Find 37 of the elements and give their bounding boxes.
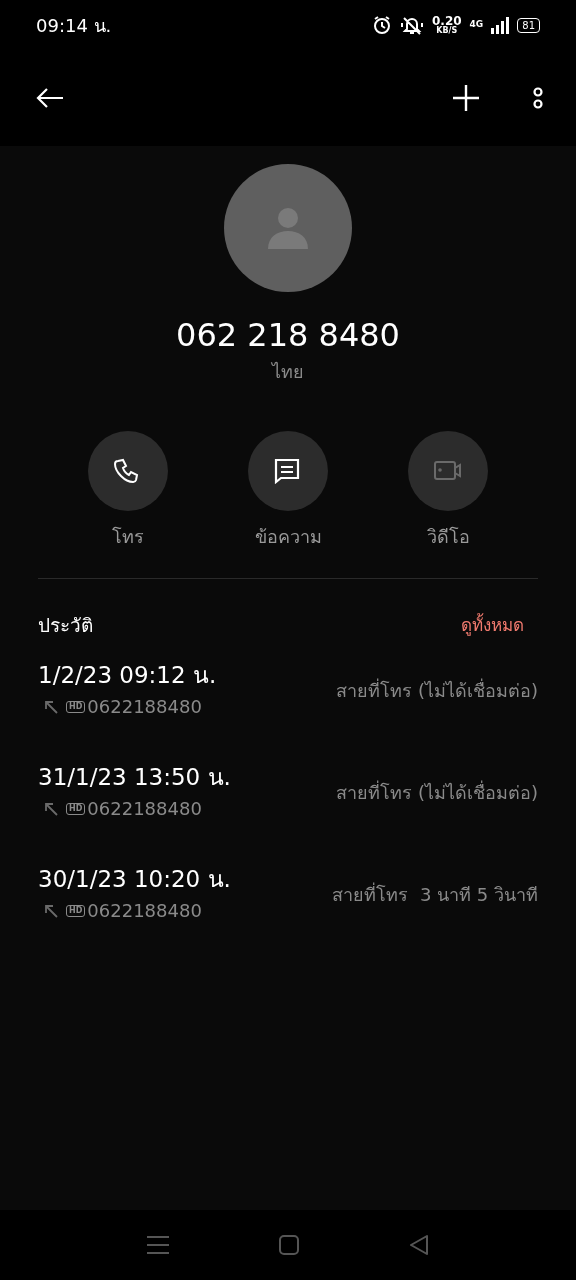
contact-label: ไทย bbox=[270, 360, 305, 385]
mute-icon bbox=[400, 15, 424, 35]
outgoing-arrow-icon bbox=[44, 903, 58, 918]
outgoing-arrow-icon bbox=[44, 699, 58, 714]
person-silhouette-icon bbox=[268, 207, 308, 249]
view-all-link[interactable]: ดูทั้งหมด bbox=[461, 612, 524, 639]
contact-number: 062 218 8480 bbox=[175, 316, 401, 355]
call-status: สายที่โทร (ไม่ได้เชื่อมต่อ) bbox=[336, 779, 538, 806]
call-datetime: 31/1/23 13:50 น. bbox=[38, 763, 231, 792]
menu-icon[interactable] bbox=[147, 1235, 169, 1255]
battery-level: 81 bbox=[517, 17, 540, 33]
call-number: 0622188480 bbox=[87, 695, 202, 720]
call-number: 0622188480 bbox=[87, 899, 202, 924]
call-number: 0622188480 bbox=[87, 797, 202, 822]
message-label: ข้อความ bbox=[254, 525, 322, 550]
signal-icon bbox=[491, 16, 510, 34]
chat-bubble-icon bbox=[274, 458, 302, 485]
plus-icon bbox=[452, 84, 480, 112]
video-label: วิดีโอ bbox=[426, 525, 470, 550]
call-datetime: 30/1/23 10:20 น. bbox=[38, 865, 231, 894]
call-status: สายที่โทร 3 นาที 5 วินาที bbox=[332, 881, 538, 908]
alarm-icon bbox=[372, 15, 392, 35]
network-speed: 0.20 KB/S bbox=[432, 15, 462, 35]
outgoing-arrow-icon bbox=[44, 801, 58, 816]
call-datetime: 1/2/23 09:12 น. bbox=[38, 661, 217, 690]
hd-badge: HD bbox=[66, 700, 86, 713]
call-status: สายที่โทร (ไม่ได้เชื่อมต่อ) bbox=[336, 677, 538, 704]
network-type: 4G bbox=[469, 18, 484, 32]
home-icon[interactable] bbox=[279, 1235, 299, 1255]
hd-badge: HD bbox=[66, 904, 86, 917]
back-icon[interactable] bbox=[409, 1235, 429, 1255]
history-title: ประวัติ bbox=[38, 613, 93, 639]
status-time: 09:14 น. bbox=[36, 13, 112, 38]
back-arrow-icon bbox=[36, 87, 64, 109]
hd-badge: HD bbox=[66, 802, 86, 815]
more-icon bbox=[532, 86, 544, 110]
call-label: โทร bbox=[112, 525, 144, 550]
